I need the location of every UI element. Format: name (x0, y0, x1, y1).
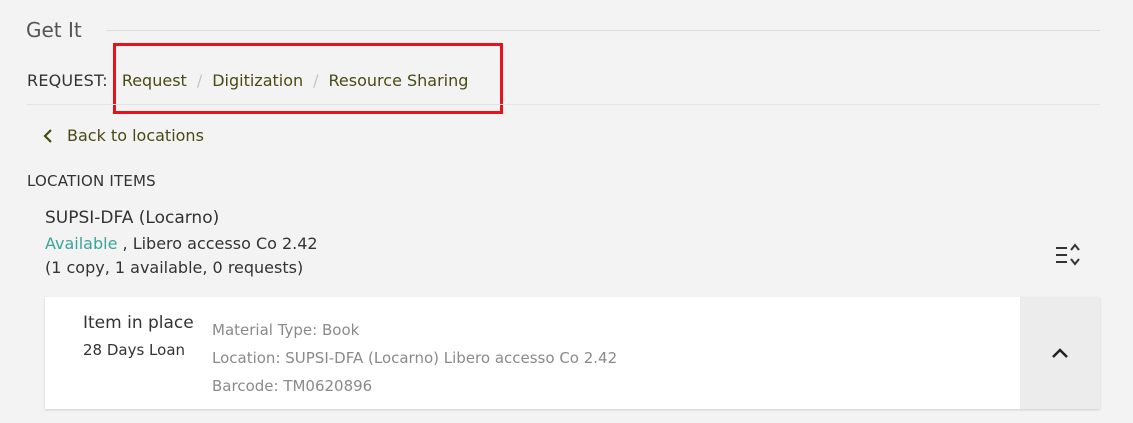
material-type: Material Type: Book (212, 321, 360, 339)
item-policy: 28 Days Loan (83, 341, 186, 359)
collapse-button[interactable] (1020, 297, 1100, 409)
shelf-location: , Libero accesso Co 2.42 (122, 234, 318, 253)
item-status: Item in place (83, 313, 194, 333)
title-divider (106, 30, 1100, 31)
item-details: Material Type: Book Location: SUPSI-DFA … (212, 316, 617, 400)
get-it-title: Get It (26, 18, 82, 42)
item-location: Location: SUPSI-DFA (Locarno) Libero acc… (212, 349, 618, 367)
item-barcode: Barcode: TM0620896 (212, 377, 373, 395)
back-to-locations-link[interactable]: Back to locations (43, 126, 204, 145)
location-status: Available , Libero accesso Co 2.42 (45, 234, 318, 253)
request-label: REQUEST: (27, 70, 108, 90)
back-link-label: Back to locations (67, 126, 204, 145)
item-card[interactable]: Item in place 28 Days Loan Material Type… (45, 297, 1100, 409)
location-items-heading: LOCATION ITEMS (27, 172, 156, 190)
sort-filter-icon (1056, 243, 1080, 266)
chevron-up-icon (1052, 348, 1068, 358)
request-divider (27, 104, 1100, 105)
location-name: SUPSI-DFA (Locarno) (45, 208, 220, 228)
chevron-left-icon (43, 128, 52, 143)
location-counts: (1 copy, 1 available, 0 requests) (45, 258, 304, 277)
availability-status: Available (45, 234, 118, 253)
sort-filter-button[interactable] (1053, 242, 1083, 268)
